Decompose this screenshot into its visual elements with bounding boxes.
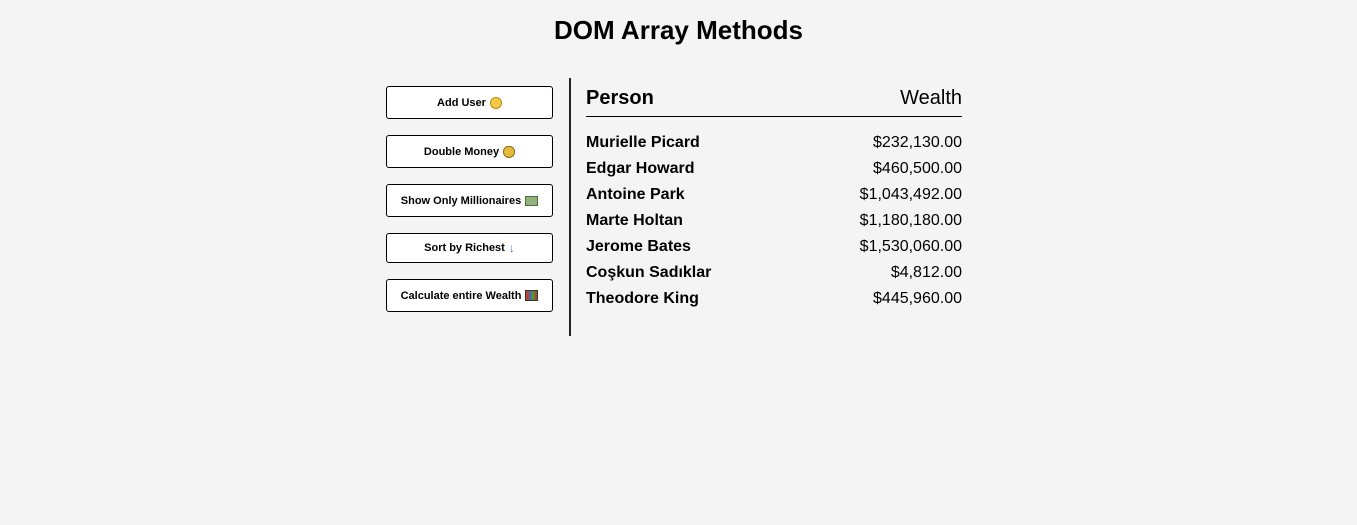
person-row: Coşkun Sadıklar $4,812.00 [586, 260, 962, 286]
man-face-icon [489, 96, 502, 109]
person-row: Jerome Bates $1,530,060.00 [586, 234, 962, 260]
person-wealth: $1,180,180.00 [859, 212, 962, 229]
person-wealth: $445,960.00 [873, 290, 962, 307]
add-user-button[interactable]: Add User [386, 86, 553, 119]
wealth-column-header: Wealth [900, 87, 962, 109]
calculate-wealth-button-label: Calculate entire Wealth [400, 289, 522, 302]
money-bag-icon [503, 145, 516, 158]
wealth-table: Person Wealth Murielle Picard $232,130.0… [586, 84, 962, 312]
person-name: Jerome Bates [586, 238, 691, 255]
person-row: Antoine Park $1,043,492.00 [586, 182, 962, 208]
sort-by-richest-button[interactable]: Sort by Richest ↓ [386, 233, 553, 263]
down-arrow-icon: ↓ [508, 241, 515, 255]
person-wealth: $460,500.00 [873, 160, 962, 177]
person-column-header: Person [586, 87, 654, 109]
table-header: Person Wealth [586, 84, 962, 117]
add-user-button-label: Add User [437, 96, 486, 109]
show-millionaires-button-label: Show Only Millionaires [400, 194, 522, 207]
person-row: Murielle Picard $232,130.00 [586, 130, 962, 156]
person-wealth: $232,130.00 [873, 134, 962, 151]
double-money-button-label: Double Money [423, 145, 500, 158]
person-list: Murielle Picard $232,130.00 Edgar Howard… [586, 130, 962, 312]
double-money-button[interactable]: Double Money [386, 135, 553, 168]
calculate-wealth-button[interactable]: Calculate entire Wealth [386, 279, 553, 312]
show-millionaires-button[interactable]: Show Only Millionaires [386, 184, 553, 217]
person-wealth: $1,043,492.00 [859, 186, 962, 203]
person-row: Edgar Howard $460,500.00 [586, 156, 962, 182]
page-title: DOM Array Methods [554, 15, 803, 45]
person-wealth: $4,812.00 [890, 264, 962, 281]
books-icon [525, 290, 539, 301]
person-name: Coşkun Sadıklar [586, 264, 712, 281]
person-name: Murielle Picard [586, 134, 700, 151]
person-row: Theodore King $445,960.00 [586, 286, 962, 312]
dollar-bills-icon [525, 195, 539, 206]
vertical-divider [569, 78, 571, 336]
person-name: Antoine Park [586, 186, 685, 203]
person-name: Marte Holtan [586, 212, 683, 229]
person-name: Edgar Howard [586, 160, 695, 177]
sort-by-richest-button-label: Sort by Richest [424, 242, 505, 254]
person-row: Marte Holtan $1,180,180.00 [586, 208, 962, 234]
person-wealth: $1,530,060.00 [859, 238, 962, 255]
person-name: Theodore King [586, 290, 699, 307]
